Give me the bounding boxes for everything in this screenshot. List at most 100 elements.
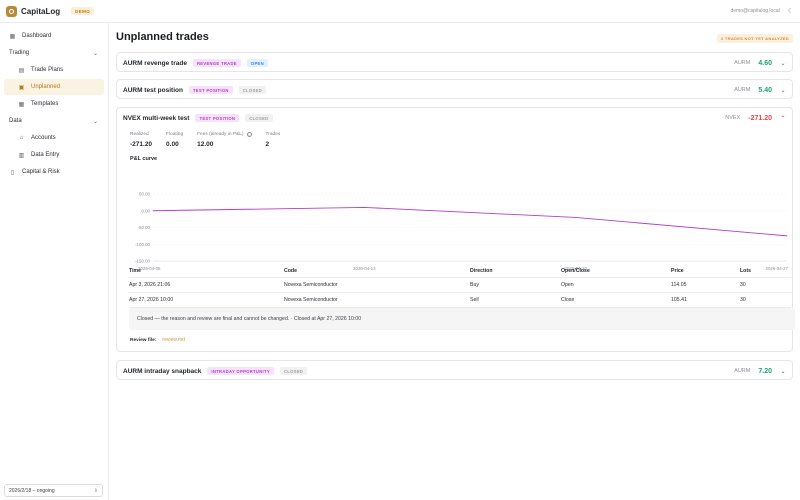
symbol: AURM (734, 368, 751, 374)
cell-code: Novexa Semiconductor (284, 292, 470, 308)
cell-time: Apr 27, 2026 10:00 (129, 292, 284, 308)
pnl-series-line (152, 206, 788, 237)
sidebar-item-accounts[interactable]: ⌂ Accounts (4, 130, 104, 146)
page-title: Unplanned trades (116, 31, 209, 43)
column-header: Price (671, 265, 740, 278)
calendar-icon: ▥ (18, 152, 25, 159)
column-header: Direction (470, 265, 561, 278)
cell-open-close: Close (561, 292, 671, 308)
cell-direction: Buy (470, 277, 561, 293)
sidebar-item-label: Accounts (31, 135, 56, 141)
y-tick-label: -50.00 (138, 225, 151, 230)
pnl-chart: 50.000.00-50.00-100.00-150.002026-04-05 2… (135, 192, 788, 271)
pnl-value: 7.20 (758, 367, 772, 375)
main-content: Unplanned trades 2 TRADES NOT YET ANALYZ… (109, 23, 800, 500)
card-summary: AURM 4.60 ⌄ (734, 60, 786, 67)
cell-time: Apr 3, 2026 21:06 (129, 277, 284, 293)
user-email[interactable]: demo@capitalog.local (730, 8, 779, 14)
topbar-right: demo@capitalog.local ☾ (730, 7, 794, 15)
sidebar-item-label: Unplanned (31, 84, 61, 90)
logo-icon (6, 5, 17, 17)
trade-card[interactable]: AURM test position TEST POSITION CLOSED … (116, 79, 793, 99)
review-file-row: Review file: review.md (130, 337, 185, 343)
column-header: Time (129, 265, 284, 278)
sidebar: ▦ Dashboard Trading ⌄ ▤ Trade Plans ▣ Un… (0, 23, 109, 500)
cell-lots: 30 (740, 277, 791, 293)
column-header: Lots (740, 265, 791, 278)
tag-revenge-trade: REVENGE TRADE (192, 59, 241, 67)
chevron-down-icon[interactable]: ⌄ (780, 87, 786, 94)
trades-table: Time Code Direction Open/Close Price Lot… (129, 265, 791, 308)
trade-card-expanded: NVEX multi-week test TEST POSITION CLOSE… (116, 107, 795, 352)
card-title: AURM revenge trade (123, 59, 187, 67)
clipboard-check-icon: ▣ (18, 84, 25, 91)
trade-card[interactable]: AURM revenge trade REVENGE TRADE OPEN AU… (116, 52, 793, 72)
moon-icon[interactable]: ☾ (788, 7, 794, 15)
sidebar-item-label: Data Entry (31, 152, 60, 158)
period-select[interactable]: 2026/2/18 – ongoing ⇕ (4, 484, 103, 497)
chevron-down-icon: ⌄ (92, 50, 98, 57)
sidebar-item-data-entry[interactable]: ▥ Data Entry (4, 147, 104, 163)
cell-price: 105.41 (671, 292, 740, 308)
sidebar-item-label: Templates (31, 101, 59, 107)
sidebar-item-label: Dashboard (22, 33, 52, 39)
card-summary: AURM 7.20 ⌄ (734, 368, 786, 375)
y-tick-label: -150.00 (135, 259, 150, 264)
chevron-down-icon[interactable]: ⌄ (780, 60, 786, 67)
cell-code: Novexa Semiconductor (284, 277, 470, 293)
document-icon: ▯ (10, 169, 15, 176)
sidebar-section-label: Trading (9, 50, 30, 56)
sidebar-section-data[interactable]: Data ⌄ (4, 113, 104, 129)
column-header: Open/Close (561, 265, 671, 278)
data-point (786, 235, 788, 237)
sidebar-section-label: Data (9, 118, 22, 124)
cell-open-close: Open (561, 277, 671, 293)
pnl-value: 4.60 (758, 59, 772, 67)
cell-price: 114.05 (671, 277, 740, 293)
review-file-link[interactable]: review.md (162, 337, 185, 343)
data-point (152, 210, 154, 212)
brand-name: CapitaLog (21, 6, 61, 16)
bank-icon: ⌂ (19, 135, 24, 141)
sidebar-item-label: Capital & Risk (22, 169, 60, 175)
tag-intraday-opportunity: INTRADAY OPPORTUNITY (207, 367, 274, 375)
cell-lots: 30 (740, 292, 791, 308)
closed-notice: Closed — the reason and review are final… (129, 308, 795, 330)
pnl-value: 5.40 (758, 86, 772, 94)
y-tick-label: 50.00 (139, 192, 151, 197)
clipboard-icon: ▤ (18, 67, 25, 74)
card-title: AURM test position (123, 86, 183, 94)
grid-icon: ▦ (18, 101, 25, 108)
sidebar-section-trading[interactable]: Trading ⌄ (4, 45, 104, 61)
card-header[interactable]: AURM test position TEST POSITION CLOSED … (117, 80, 792, 100)
card-summary: AURM 5.40 ⌄ (734, 87, 786, 94)
symbol: AURM (734, 87, 751, 93)
sidebar-item-dashboard[interactable]: ▦ Dashboard (4, 28, 104, 44)
unanalyzed-badge: 2 TRADES NOT YET ANALYZED (716, 34, 793, 43)
tag-open: OPEN (246, 59, 268, 67)
dashboard-icon: ▦ (9, 33, 16, 40)
top-bar: CapitaLog DEMO demo@capitalog.local ☾ (0, 0, 800, 23)
sidebar-item-label: Trade Plans (31, 67, 64, 73)
table-row: Apr 27, 2026 10:00 Novexa Semiconductor … (129, 292, 791, 308)
y-tick-label: 0.00 (141, 208, 150, 213)
table-header-row: Time Code Direction Open/Close Price Lot… (129, 265, 791, 278)
tag-test-position: TEST POSITION (188, 86, 233, 94)
sidebar-item-templates[interactable]: ▦ Templates (4, 96, 104, 112)
sidebar-item-capital-risk[interactable]: ▯ Capital & Risk (4, 164, 104, 180)
symbol: AURM (734, 60, 751, 66)
sidebar-item-trade-plans[interactable]: ▤ Trade Plans (4, 62, 104, 78)
review-file-label: Review file: (130, 337, 157, 343)
cell-direction: Sell (470, 292, 561, 308)
y-tick-label: -100.00 (135, 242, 150, 247)
trade-card[interactable]: AURM intraday snapback INTRADAY OPPORTUN… (116, 360, 793, 380)
card-header[interactable]: AURM intraday snapback INTRADAY OPPORTUN… (117, 361, 792, 381)
chevron-down-icon[interactable]: ⌄ (780, 368, 786, 375)
card-header[interactable]: AURM revenge trade REVENGE TRADE OPEN AU… (117, 53, 792, 73)
sidebar-item-unplanned[interactable]: ▣ Unplanned (4, 79, 104, 95)
tag-closed: CLOSED (279, 367, 308, 375)
data-point (363, 207, 365, 208)
chevron-updown-icon: ⇕ (93, 487, 98, 494)
column-header: Code (284, 265, 470, 278)
table-row: Apr 3, 2026 21:06 Novexa Semiconductor B… (129, 277, 791, 293)
